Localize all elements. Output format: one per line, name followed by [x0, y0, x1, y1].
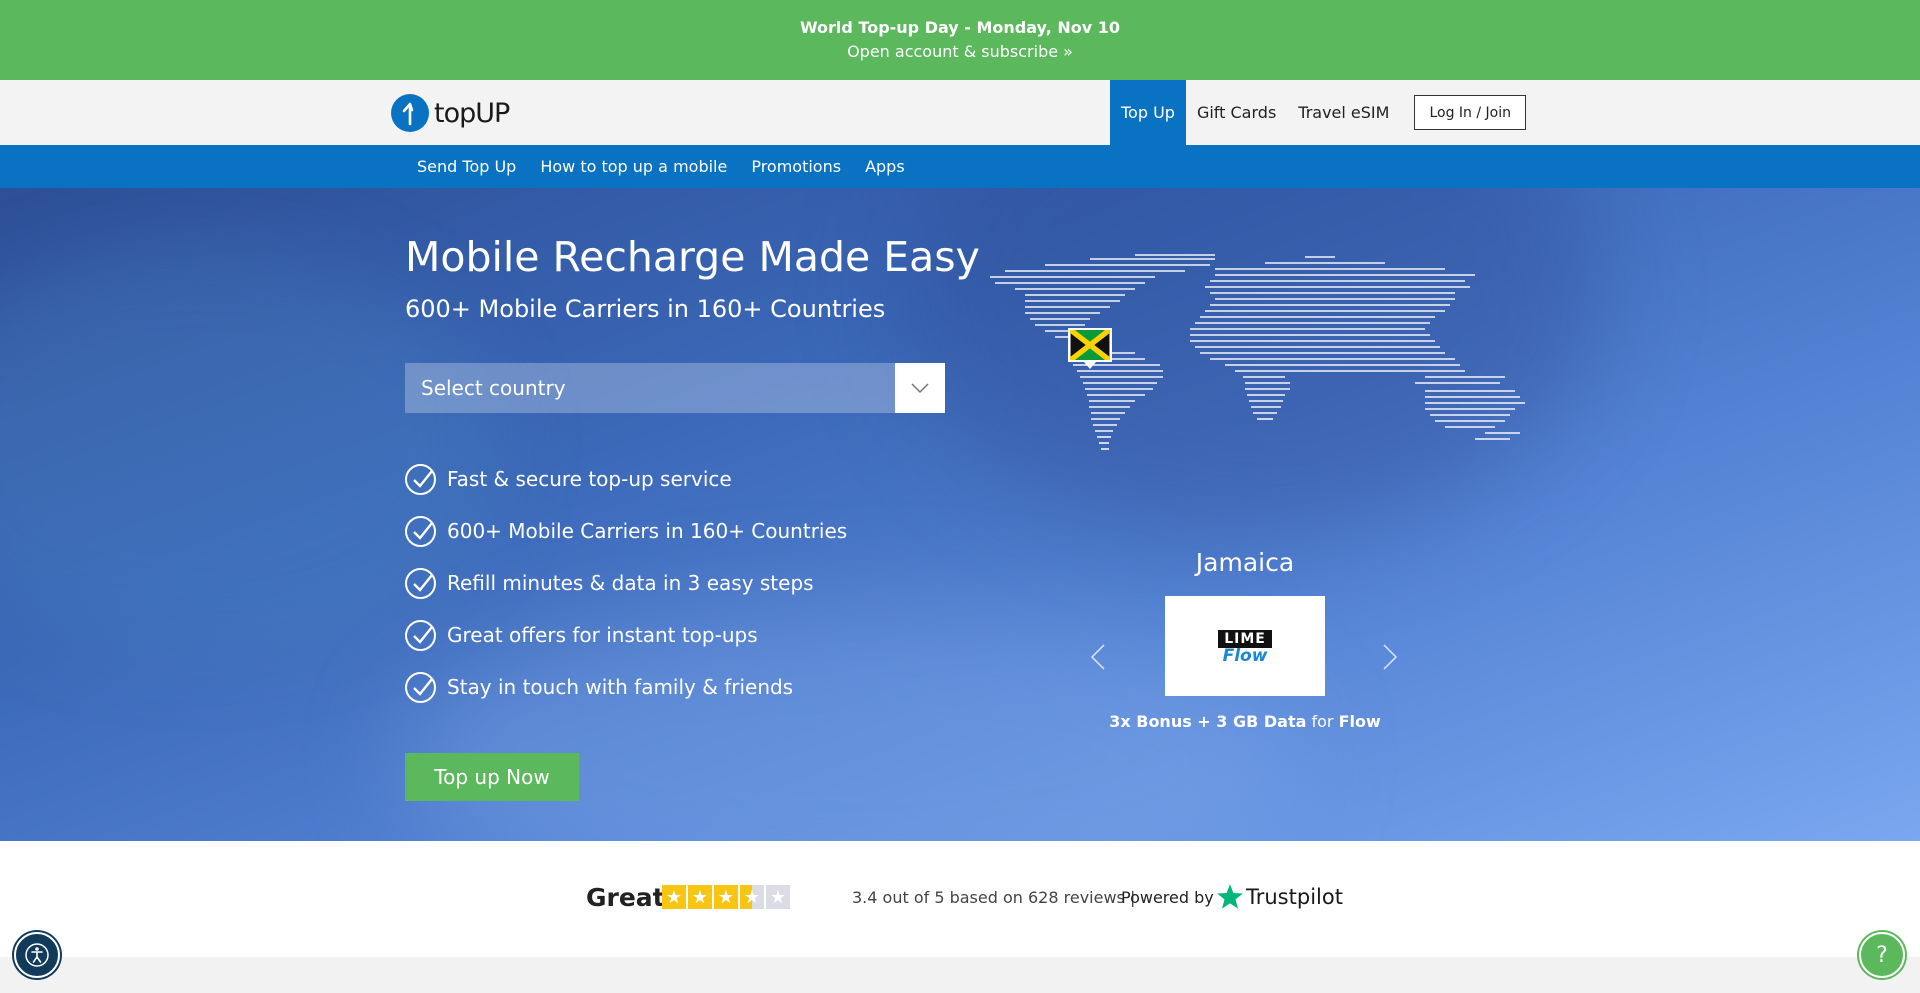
trustpilot-text: Trustpilot — [1246, 885, 1343, 909]
map-pin-pointer — [1084, 362, 1096, 369]
rating-summary: 3.4 out of 5 based on 628 reviews | — [852, 888, 1136, 907]
carrier-logo: LIME Flow — [1218, 628, 1272, 666]
subnav-send-top-up[interactable]: Send Top Up — [405, 157, 528, 176]
chevron-right-icon[interactable] — [1382, 643, 1398, 671]
help-button[interactable]: ? — [1859, 932, 1905, 978]
star-icon: ★ — [688, 885, 712, 909]
star-icon: ★ — [766, 885, 790, 909]
world-map — [990, 254, 1525, 450]
chevron-down-icon[interactable] — [895, 363, 945, 413]
check-circle-icon — [405, 619, 436, 651]
nav-top-up[interactable]: Top Up — [1110, 80, 1186, 145]
feature-text: Fast & secure top-up service — [447, 467, 732, 491]
accessibility-icon — [25, 943, 49, 967]
help-icon: ? — [1876, 942, 1888, 968]
check-circle-icon — [405, 671, 436, 703]
chevron-left-icon[interactable] — [1090, 643, 1106, 671]
jamaica-flag-icon — [1068, 328, 1112, 362]
hero-subtitle: 600+ Mobile Carriers in 160+ Countries — [405, 295, 886, 323]
rating-stars: ★ ★ ★ ★ ★ — [662, 885, 792, 909]
feature-text: Great offers for instant top-ups — [447, 623, 758, 647]
feature-text: Refill minutes & data in 3 easy steps — [447, 571, 814, 595]
offer-for: for — [1311, 712, 1334, 731]
offer-carrier: Flow — [1338, 712, 1381, 731]
top-up-now-button[interactable]: Top up Now — [405, 753, 579, 801]
logo-arrow-icon — [391, 94, 429, 132]
subnav-promotions[interactable]: Promotions — [739, 157, 853, 176]
feature-item: Fast & secure top-up service — [405, 453, 847, 505]
promo-subscribe-link[interactable]: Open account & subscribe » — [0, 39, 1920, 65]
main-header: topUP Top Up Gift Cards Travel eSIM Log … — [0, 80, 1920, 145]
trustpilot-star-icon — [1217, 884, 1243, 909]
login-join-button[interactable]: Log In / Join — [1414, 95, 1526, 130]
feature-item: Stay in touch with family & friends — [405, 661, 847, 713]
trustpilot-widget[interactable]: Great ★ ★ ★ ★ ★ 3.4 out of 5 based on 62… — [0, 841, 1920, 957]
promo-title: World Top-up Day - Monday, Nov 10 — [799, 18, 1121, 37]
carrier-card[interactable]: LIME Flow — [1165, 596, 1325, 696]
star-icon: ★ — [662, 885, 686, 909]
logo-text: topUP — [434, 97, 510, 129]
top-nav: Top Up Gift Cards Travel eSIM Log In / J… — [1110, 80, 1526, 145]
check-circle-icon — [405, 515, 436, 547]
feature-list: Fast & secure top-up service 600+ Mobile… — [405, 453, 847, 713]
country-select[interactable]: Select country — [405, 363, 945, 413]
feature-item: Refill minutes & data in 3 easy steps — [405, 557, 847, 609]
site-logo[interactable]: topUP — [391, 94, 510, 132]
check-circle-icon — [405, 463, 436, 495]
nav-gift-cards[interactable]: Gift Cards — [1186, 80, 1287, 145]
nav-travel-esim[interactable]: Travel eSIM — [1287, 80, 1400, 145]
check-circle-icon — [405, 567, 436, 599]
feature-item: Great offers for instant top-ups — [405, 609, 847, 661]
star-icon: ★ — [740, 885, 764, 909]
carrier-offer: 3x Bonus + 3 GB Data for Flow — [1100, 712, 1390, 731]
hero-section: Mobile Recharge Made Easy 600+ Mobile Ca… — [0, 188, 1920, 841]
subnav-how-to-top-up[interactable]: How to top up a mobile — [528, 157, 739, 176]
star-icon: ★ — [714, 885, 738, 909]
sub-nav: Send Top Up How to top up a mobile Promo… — [0, 145, 1920, 188]
carrier-logo-bottom: Flow — [1222, 646, 1268, 666]
feature-item: 600+ Mobile Carriers in 160+ Countries — [405, 505, 847, 557]
rating-word: Great — [586, 883, 665, 912]
subnav-apps[interactable]: Apps — [853, 157, 917, 176]
offer-bonus: 3x Bonus + 3 GB Data — [1109, 712, 1307, 731]
feature-text: Stay in touch with family & friends — [447, 675, 794, 699]
hero-title: Mobile Recharge Made Easy — [405, 233, 980, 281]
trustpilot-logo[interactable]: Trustpilot — [1216, 883, 1343, 911]
country-select-placeholder: Select country — [421, 376, 566, 400]
accessibility-button[interactable] — [14, 932, 60, 978]
carousel-country-name: Jamaica — [1195, 548, 1295, 577]
feature-text: 600+ Mobile Carriers in 160+ Countries — [447, 519, 848, 543]
powered-by: Powered by — [1121, 888, 1214, 907]
promo-banner[interactable]: World Top-up Day - Monday, Nov 10 Open a… — [0, 0, 1920, 80]
